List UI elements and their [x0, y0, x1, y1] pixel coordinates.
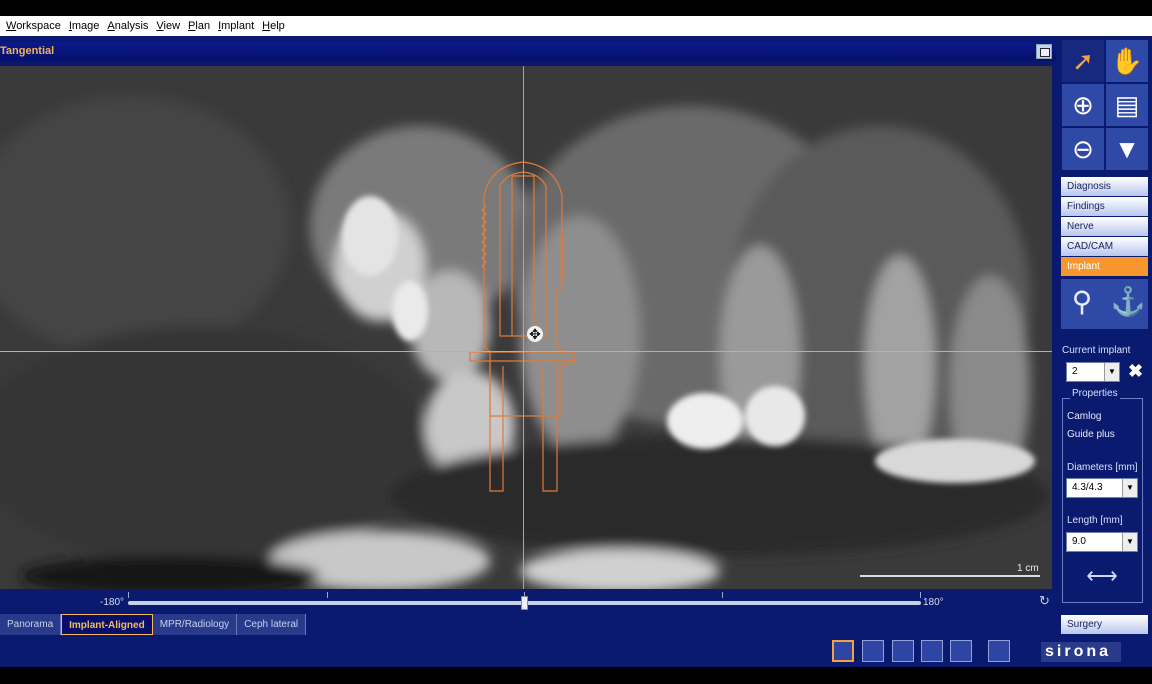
- scale-bar-label: 1 cm: [1017, 563, 1039, 574]
- hand-icon[interactable]: ✋: [1106, 40, 1148, 82]
- top-black-strip: [0, 0, 1152, 16]
- tooth-view-2-icon[interactable]: [892, 640, 914, 662]
- nav-implant[interactable]: Implant: [1061, 257, 1148, 276]
- menu-bar: Workspace Image Analysis View Plan Impla…: [0, 16, 1152, 36]
- rotate-icon[interactable]: ↻: [1039, 593, 1053, 609]
- diameter-label: Diameters [mm]: [1067, 462, 1138, 473]
- view-title: Tangential: [0, 42, 1056, 61]
- move-cursor-icon: ✥: [527, 326, 543, 342]
- tab-panorama[interactable]: Panorama: [0, 614, 62, 635]
- current-implant-label: Current implant: [1062, 345, 1131, 356]
- zoom-out-icon[interactable]: ⊖: [1062, 128, 1104, 170]
- slice-down-icon[interactable]: ▼: [1106, 128, 1148, 170]
- length-value: 9.0: [1072, 536, 1086, 547]
- tooth-chart-icon[interactable]: [988, 640, 1010, 662]
- properties-label: Properties: [1070, 388, 1120, 399]
- ct-image-view[interactable]: [0, 66, 1052, 589]
- maximize-button[interactable]: [1036, 44, 1052, 59]
- crosshair-mode-icon[interactable]: [832, 640, 854, 662]
- brand-text: sirona: [1045, 643, 1112, 660]
- menu-implant[interactable]: Implant: [218, 20, 254, 32]
- implant-manufacturer: Camlog: [1067, 411, 1102, 422]
- bottom-black-strip: [0, 667, 1152, 684]
- arrow-cursor-icon[interactable]: ➚: [1062, 40, 1104, 82]
- diameter-value: 4.3/4.3: [1072, 482, 1103, 493]
- brand-logo: sirona: [1041, 642, 1121, 662]
- slider-tick: [722, 592, 723, 598]
- scale-bar: [860, 575, 1040, 577]
- tab-mpr-radiology[interactable]: MPR/Radiology: [152, 614, 238, 635]
- diameter-select[interactable]: 4.3/4.3 ▼: [1066, 478, 1138, 498]
- status-bar: [0, 636, 1152, 667]
- slider-tick: [128, 592, 129, 598]
- nav-diagnosis[interactable]: Diagnosis: [1061, 177, 1148, 196]
- nav-findings[interactable]: Findings: [1061, 197, 1148, 216]
- implant-insert-icon[interactable]: ⚲: [1064, 285, 1100, 323]
- crosshair-vertical-line: [523, 66, 524, 589]
- nav-cad-cam[interactable]: CAD/CAM: [1061, 237, 1148, 256]
- menu-help[interactable]: Help: [262, 20, 285, 32]
- measure-length-icon[interactable]: ⟷: [1086, 563, 1118, 595]
- length-select[interactable]: 9.0 ▼: [1066, 532, 1138, 552]
- tab-implant-aligned[interactable]: Implant-Aligned: [61, 614, 153, 635]
- ct-image: [0, 66, 1052, 589]
- rotation-slider-knob[interactable]: [520, 596, 528, 610]
- menu-plan[interactable]: Plan: [188, 20, 210, 32]
- chevron-down-icon: ▼: [1122, 479, 1137, 497]
- slider-tick: [327, 592, 328, 598]
- current-implant-select[interactable]: 2 ▼: [1066, 362, 1120, 382]
- implant-rotate-icon[interactable]: ⚓: [1110, 285, 1146, 323]
- menu-workspace[interactable]: Workspace: [6, 20, 61, 32]
- zoom-in-icon[interactable]: ⊕: [1062, 84, 1104, 126]
- tooth-view-3-icon[interactable]: [921, 640, 943, 662]
- crosshair-horizontal-line: [0, 351, 1052, 352]
- tab-ceph-lateral[interactable]: Ceph lateral: [237, 614, 307, 635]
- nav-nerve[interactable]: Nerve: [1061, 217, 1148, 236]
- current-implant-value: 2: [1072, 366, 1078, 377]
- slider-max-label: 180°: [923, 597, 944, 608]
- length-label: Length [mm]: [1067, 515, 1123, 526]
- menu-view[interactable]: View: [156, 20, 180, 32]
- chevron-down-icon: ▼: [1122, 533, 1137, 551]
- menu-analysis[interactable]: Analysis: [107, 20, 148, 32]
- implant-line: Guide plus: [1067, 429, 1115, 440]
- slice-up-icon[interactable]: ▤: [1106, 84, 1148, 126]
- tooth-view-4-icon[interactable]: [950, 640, 972, 662]
- slider-tick: [920, 592, 921, 598]
- slider-min-label: -180°: [100, 597, 125, 608]
- menu-image[interactable]: Image: [69, 20, 100, 32]
- close-icon[interactable]: ✖: [1128, 361, 1143, 382]
- chevron-down-icon: ▼: [1104, 363, 1119, 381]
- nav-surgery[interactable]: Surgery: [1061, 615, 1148, 634]
- tooth-view-1-icon[interactable]: [862, 640, 884, 662]
- view-tabs: Panorama Implant-Aligned MPR/Radiology C…: [0, 614, 307, 635]
